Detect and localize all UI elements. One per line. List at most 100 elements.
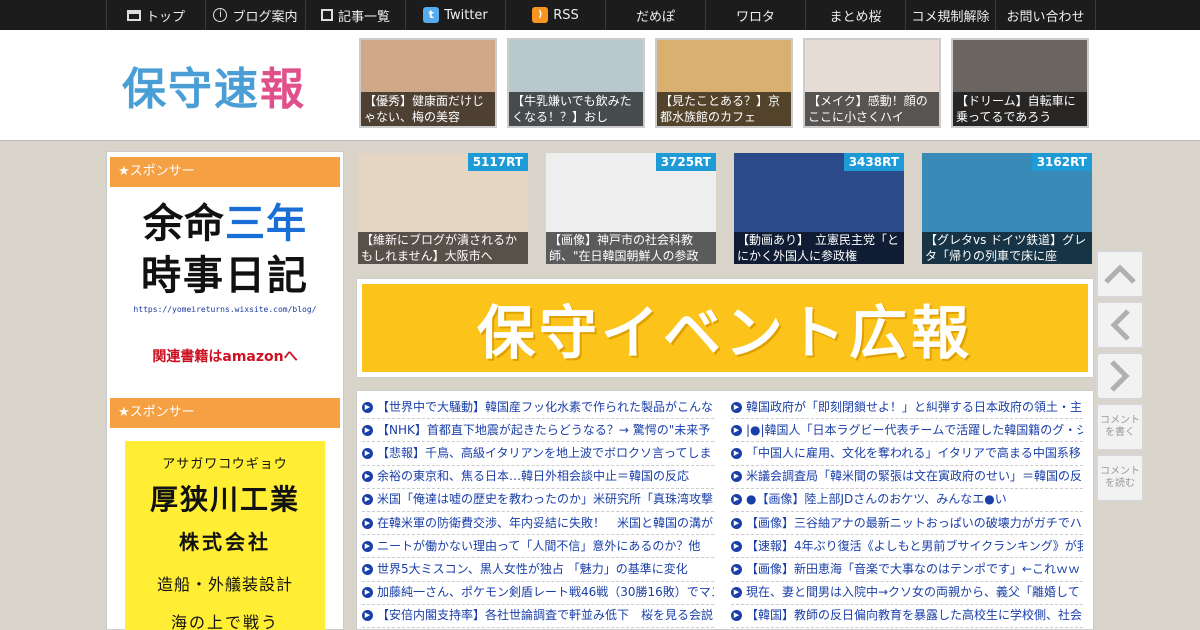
article-link[interactable]: ▶ 【画像】新田恵海「音楽で大事なのはテンポです」←これｗｗ [731,558,1083,582]
floating-buttons: コメントを書く コメントを読む [1096,250,1146,505]
article-link-text: 加藤純一さん、ポケモン剣盾レート戦46戦（30勝16敗）でマス [377,585,714,600]
article-link-text: 米議会調査局「韓米間の緊張は文在寅政府のせい」＝韓国の反 [746,469,1083,484]
arrow-right-icon: ▶ [362,540,373,552]
article-link[interactable]: ▶ 【NHK】首都直下地震が起きたらどうなる？→ 驚愕の"未来予 [362,419,714,443]
list-icon [320,9,333,21]
article-link[interactable]: ▶ 加藤純一さん、ポケモン剣盾レート戦46戦（30勝16敗）でマス [362,582,714,605]
sponsor-heading-2: ★スポンサー [110,398,340,428]
ranking-thumb-1[interactable]: 3725RT 【画像】神戸市の社会科教師、"在日韓国朝鮮人の参政 [546,153,716,264]
header-thumb-caption: 【優秀】健康面だけじゃない、梅の美容 [361,92,495,126]
write-comment-label: コメントを書く [1100,415,1140,438]
arrow-right-icon: ▶ [362,610,373,622]
nav-item-label: ブログ案内 [232,9,298,25]
header-thumb-4[interactable]: 【ドリーム】自転車に乗ってるであろう [951,38,1089,128]
article-link[interactable]: ▶ 米国「俺達は嘘の歴史を教わったのか」米研究所「真珠湾攻撃 [362,489,714,512]
nav-item-9[interactable]: お問い合わせ [996,0,1096,30]
header-thumb-2[interactable]: 【見たことある？】京都水族館のカフェ [655,38,793,128]
ranking-thumb-caption: 【維新にブログが潰されるかもしれません】大阪市へ [358,232,528,264]
logo-text-part2: 速 [214,64,260,115]
site-logo[interactable]: 保守速報 [122,53,306,117]
arrow-right-icon: ▶ [731,494,742,506]
article-link[interactable]: ▶ |●|韓国人「日本ラグビー代表チームで活躍した韓国籍のグ・ジ [731,419,1083,443]
nav-item-7[interactable]: まとめ桜 [806,0,906,30]
amazon-link[interactable]: 関連書籍はamazonへ [120,346,330,366]
article-link[interactable]: ▶ 世界5大ミスコン、黒人女性が独占 「魅力」の基準に変化 [362,558,714,582]
nav-item-1[interactable]: i ブログ案内 [206,0,306,30]
article-link-text: 在韓米軍の防衛費交渉、年内妥結に失敗！ 米国と韓国の溝が [377,515,714,530]
article-link-text: 【画像】三谷紬アナの最新ニットおっぱいの破壊力がガチでハン [746,515,1083,530]
article-link[interactable]: ▶ ニートが働かない理由って「人間不信」意外にあるのか？他 [362,535,714,559]
arrow-right-icon: ▶ [731,401,742,413]
chevron-up-icon [1104,264,1136,284]
header-thumb-3[interactable]: 【メイク】感動！顔のここに小さくハイ [803,38,941,128]
article-link[interactable]: ▶ 【韓国】教師の反日偏向教育を暴露した高校生に学校側、社会 [731,605,1083,628]
article-link[interactable]: ▶ 韓国政府が「即刻閉鎖せよ！」と糾弾する日本政府の領土・主 [731,396,1083,420]
header-thumb-0[interactable]: 【優秀】健康面だけじゃない、梅の美容 [359,38,497,128]
read-comment-button[interactable]: コメントを読む [1096,454,1144,502]
article-link[interactable]: ▶ 「中国人に雇用、文化を奪われる」イタリアで高まる中国系移 [731,442,1083,466]
nav-item-2[interactable]: 記事一覧 [306,0,406,30]
arrow-right-icon: ▶ [731,540,742,552]
article-link[interactable]: ▶ 【世界中で大騒動】韓国産フッ化水素で作られた製品がこんな [362,396,714,420]
write-comment-button[interactable]: コメントを書く [1096,403,1144,451]
article-link-text: 【画像】新田恵海「音楽で大事なのはテンポです」←これｗｗ [746,561,1081,576]
next-button[interactable] [1096,352,1144,400]
arrow-right-icon: ▶ [731,517,742,529]
ranking-thumb-caption: 【グレタvs ドイツ鉄道】グレタ「帰りの列車で床に座 [922,232,1092,264]
article-link[interactable]: ▶ 【画像】三谷紬アナの最新ニットおっぱいの破壊力がガチでハン [731,512,1083,536]
arrow-right-icon: ▶ [731,587,742,599]
ad2-slogan: 海の上で戦う [170,613,279,630]
nav-item-6[interactable]: ワロタ [706,0,806,30]
ad2-business: 造船・外艤装設計 [156,575,293,594]
ranking-thumb-caption: 【画像】神戸市の社会科教師、"在日韓国朝鮮人の参政 [546,232,716,264]
article-link[interactable]: ▶ 現在、妻と間男は入院中→クソ女の両親から、義父「離婚して [731,582,1083,605]
article-link[interactable]: ▶ ●【画像】陸上部JDさんのおケツ、みんなエ●い [731,489,1083,512]
info-icon: i [213,8,228,22]
arrow-right-icon: ▶ [731,471,742,483]
nav-item-3[interactable]: t Twitter [406,0,506,30]
article-link[interactable]: ▶ 余裕の東京和、焦る日本…韓日外相会談中止＝韓国の反応 [362,466,714,489]
article-link[interactable]: ▶ 【安倍内閣支持率】各社世論調査で軒並み低下 桜を見る会説 [362,605,714,628]
prev-button[interactable] [1096,301,1144,349]
article-link-text: ●【画像】陸上部JDさんのおケツ、みんなエ●い [746,492,1007,507]
sponsor-ad-asagawa[interactable]: アサガワコウギョウ 厚狭川工業 株式会社 造船・外艤装設計 海の上で戦う [125,441,325,630]
nav-item-0[interactable]: トップ [106,0,206,30]
ranking-thumb-3[interactable]: 3162RT 【グレタvs ドイツ鉄道】グレタ「帰りの列車で床に座 [922,153,1092,264]
ranking-articles: 5117RT 【維新にブログが潰されるかもしれません】大阪市へ 3725RT 【画像】… [358,153,1092,264]
ad-title-line2: 時事日記 [141,253,309,299]
header-thumb-caption: 【ドリーム】自転車に乗ってるであろう [953,92,1087,126]
chevron-left-icon [1110,309,1130,341]
top-navigation-bar: トップ i ブログ案内 記事一覧 t Twitter) RSS だめぽ ワロタ まとめ桜 コメ規制解… [0,0,1200,30]
event-banner[interactable]: 保守イベント広報 [356,278,1094,378]
scroll-top-button[interactable] [1096,250,1144,298]
arrow-right-icon: ▶ [362,494,373,506]
article-link-text: 現在、妻と間男は入院中→クソ女の両親から、義父「離婚して [746,585,1080,600]
ranking-thumb-0[interactable]: 5117RT 【維新にブログが潰されるかもしれません】大阪市へ [358,153,528,264]
article-link-text: ニートが働かない理由って「人間不信」意外にあるのか？他 [377,538,701,553]
arrow-right-icon: ▶ [362,424,373,436]
ad2-company-type: 株式会社 [179,530,271,554]
event-banner-inner: 保守イベント広報 [362,284,1088,372]
article-link[interactable]: ▶ 米議会調査局「韓米間の緊張は文在寅政府のせい」＝韓国の反 [731,466,1083,489]
article-link[interactable]: ▶ 【悲報】千鳥、高級イタリアンを地上波でボロクソ言ってしま [362,442,714,466]
header-thumb-1[interactable]: 【牛乳嫌いでも飲みたくなる！？】おし [507,38,645,128]
nav-item-5[interactable]: だめぽ [606,0,706,30]
nav-item-label: Twitter [444,7,488,23]
article-link-lists: ▶ 【世界中で大騒動】韓国産フッ化水素で作られた製品がこんな ▶ 【NHK】首都直下地… [356,390,1094,630]
arrow-right-icon: ▶ [362,587,373,599]
article-link-text: 【世界中で大騒動】韓国産フッ化水素で作られた製品がこんな [377,399,714,414]
sponsor-heading: ★スポンサー [110,157,340,187]
arrow-right-icon: ▶ [362,563,373,575]
nav-item-4[interactable]: ) RSS [506,0,606,30]
nav-item-label: だめぽ [635,9,675,25]
arrow-right-icon: ▶ [362,401,373,413]
top-navigation-menu: トップ i ブログ案内 記事一覧 t Twitter) RSS だめぽ ワロタ まとめ桜 コメ規制解… [106,0,1096,30]
article-list-left: ▶ 【世界中で大騒動】韓国産フッ化水素で作られた製品がこんな ▶ 【NHK】首都直下地… [362,396,714,628]
article-link[interactable]: ▶ 在韓米軍の防衛費交渉、年内妥結に失敗！ 米国と韓国の溝が [362,512,714,536]
sponsor-ad-yomei[interactable]: 余命三年 時事日記 https://yomeireturns.wixsite.c… [120,199,330,366]
article-link[interactable]: ▶ 【速報】4年ぶり復活《よしもと男前ブサイクランキング》が我 [731,535,1083,559]
nav-item-8[interactable]: コメ規制解除 [906,0,996,30]
event-banner-text: 保守イベント広報 [476,299,973,367]
article-list-right: ▶ 韓国政府が「即刻閉鎖せよ！」と糾弾する日本政府の領土・主 ▶ |●|韓国人「日本ラ… [731,396,1083,628]
ranking-thumb-2[interactable]: 3438RT 【動画あり】 立憲民主党「とにかく外国人に参政権 [734,153,904,264]
